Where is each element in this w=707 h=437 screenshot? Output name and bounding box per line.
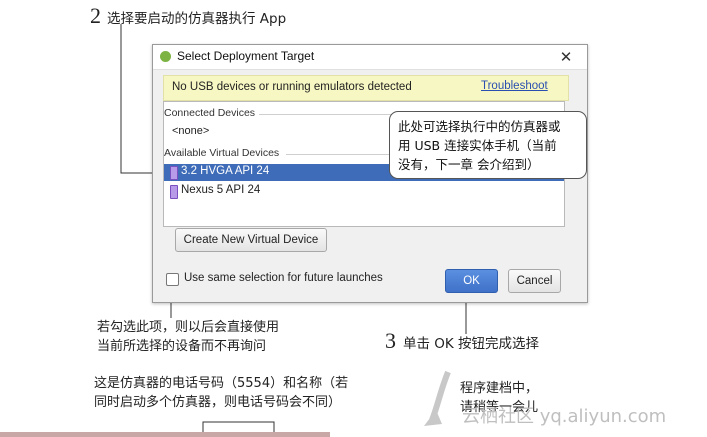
step-3-text: 单击 OK 按钮完成选择 bbox=[403, 336, 540, 352]
callout-line: 用 USB 连接实体手机（当前 bbox=[398, 138, 557, 153]
note-line: 当前所选择的设备而不再询问 bbox=[97, 339, 267, 354]
callout-line: 此处可选择执行中的仿真器或 bbox=[398, 119, 561, 134]
phone-icon bbox=[170, 185, 178, 199]
note-line: 这是仿真器的电话号码（5554）和名称（若 bbox=[94, 376, 349, 391]
connected-none-item: <none> bbox=[172, 125, 210, 137]
troubleshoot-link[interactable]: Troubleshoot bbox=[481, 80, 548, 92]
warning-text: No USB devices or running emulators dete… bbox=[172, 81, 412, 93]
close-icon[interactable]: ✕ bbox=[555, 46, 577, 68]
create-virtual-device-button[interactable]: Create New Virtual Device bbox=[175, 228, 327, 252]
checkbox-note: 若勾选此项，则以后会直接使用 当前所选择的设备而不再询问 bbox=[97, 318, 279, 356]
note-line: 同时启动多个仿真器，则电话号码会不同） bbox=[94, 395, 342, 410]
device-name: 3.2 HVGA API 24 bbox=[181, 165, 270, 177]
note-line: 程序建档中， bbox=[460, 381, 539, 396]
note-line: 若勾选此项，则以后会直接使用 bbox=[97, 320, 280, 335]
phone-number-note: 这是仿真器的电话号码（5554）和名称（若 同时启动多个仿真器，则电话号码会不同… bbox=[94, 374, 348, 412]
watermark-text: 云栖社区 yq.aliyun.com bbox=[462, 406, 667, 427]
android-studio-icon bbox=[160, 51, 171, 62]
callout-line: 没有，下一章 会介绍到） bbox=[398, 157, 540, 172]
warning-banner: No USB devices or running emulators dete… bbox=[163, 75, 569, 101]
same-selection-checkbox[interactable] bbox=[166, 273, 179, 286]
same-selection-label: Use same selection for future launches bbox=[184, 272, 383, 284]
phone-icon bbox=[170, 166, 178, 180]
usb-callout: 此处可选择执行中的仿真器或 用 USB 连接实体手机（当前 没有，下一章 会介绍… bbox=[389, 111, 587, 179]
dialog-titlebar: Select Deployment Target ✕ bbox=[153, 45, 587, 70]
cancel-button[interactable]: Cancel bbox=[508, 269, 561, 293]
device-name: Nexus 5 API 24 bbox=[181, 184, 261, 196]
ok-button[interactable]: OK bbox=[445, 269, 498, 293]
step-3-number: 3 bbox=[385, 328, 396, 353]
callout-text: 此处可选择执行中的仿真器或 用 USB 连接实体手机（当前 没有，下一章 会介绍… bbox=[398, 117, 561, 174]
available-devices-label: Available Virtual Devices bbox=[164, 147, 280, 159]
dialog-title: Select Deployment Target bbox=[177, 49, 315, 63]
device-row-nexus5[interactable]: Nexus 5 API 24 bbox=[164, 183, 564, 200]
bottom-strip bbox=[0, 432, 330, 437]
connected-devices-label: Connected Devices bbox=[164, 107, 256, 119]
